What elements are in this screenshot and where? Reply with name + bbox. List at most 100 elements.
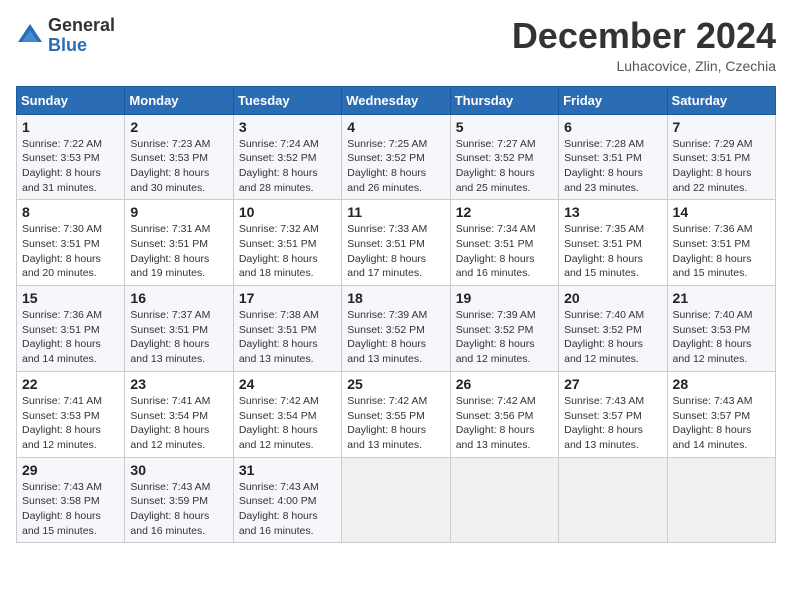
day-number: 28	[673, 376, 770, 392]
day-number: 15	[22, 290, 119, 306]
day-detail: Sunrise: 7:43 AMSunset: 4:00 PMDaylight:…	[239, 480, 336, 539]
calendar-week-row: 29 Sunrise: 7:43 AMSunset: 3:58 PMDayligh…	[17, 457, 776, 543]
day-detail: Sunrise: 7:33 AMSunset: 3:51 PMDaylight:…	[347, 222, 444, 281]
logo: General Blue	[16, 16, 115, 56]
calendar-cell: 13 Sunrise: 7:35 AMSunset: 3:51 PMDayligh…	[559, 200, 667, 286]
day-number: 12	[456, 204, 553, 220]
day-detail: Sunrise: 7:27 AMSunset: 3:52 PMDaylight:…	[456, 137, 553, 196]
day-detail: Sunrise: 7:34 AMSunset: 3:51 PMDaylight:…	[456, 222, 553, 281]
day-detail: Sunrise: 7:36 AMSunset: 3:51 PMDaylight:…	[673, 222, 770, 281]
day-detail: Sunrise: 7:41 AMSunset: 3:53 PMDaylight:…	[22, 394, 119, 453]
day-number: 31	[239, 462, 336, 478]
day-number: 11	[347, 204, 444, 220]
day-number: 17	[239, 290, 336, 306]
calendar-cell: 28 Sunrise: 7:43 AMSunset: 3:57 PMDayligh…	[667, 371, 775, 457]
calendar-week-row: 1Sunrise: 7:22 AMSunset: 3:53 PMDaylight…	[17, 114, 776, 200]
day-detail: Sunrise: 7:42 AMSunset: 3:54 PMDaylight:…	[239, 394, 336, 453]
calendar-cell: 3Sunrise: 7:24 AMSunset: 3:52 PMDaylight…	[233, 114, 341, 200]
day-number: 20	[564, 290, 661, 306]
day-number: 24	[239, 376, 336, 392]
calendar-cell: 31 Sunrise: 7:43 AMSunset: 4:00 PMDayligh…	[233, 457, 341, 543]
calendar-cell: 18 Sunrise: 7:39 AMSunset: 3:52 PMDayligh…	[342, 286, 450, 372]
day-number: 23	[130, 376, 227, 392]
day-number: 29	[22, 462, 119, 478]
day-detail: Sunrise: 7:39 AMSunset: 3:52 PMDaylight:…	[347, 308, 444, 367]
day-detail: Sunrise: 7:37 AMSunset: 3:51 PMDaylight:…	[130, 308, 227, 367]
calendar-cell: 16Sunrise: 7:37 AMSunset: 3:51 PMDayligh…	[125, 286, 233, 372]
day-detail: Sunrise: 7:38 AMSunset: 3:51 PMDaylight:…	[239, 308, 336, 367]
day-detail: Sunrise: 7:41 AMSunset: 3:54 PMDaylight:…	[130, 394, 227, 453]
day-number: 27	[564, 376, 661, 392]
calendar-cell: 12 Sunrise: 7:34 AMSunset: 3:51 PMDayligh…	[450, 200, 558, 286]
page-header: General Blue December 2024 Luhacovice, Z…	[16, 16, 776, 74]
day-detail: Sunrise: 7:29 AMSunset: 3:51 PMDaylight:…	[673, 137, 770, 196]
calendar-cell: 22 Sunrise: 7:41 AMSunset: 3:53 PMDayligh…	[17, 371, 125, 457]
calendar-cell: 17 Sunrise: 7:38 AMSunset: 3:51 PMDayligh…	[233, 286, 341, 372]
day-detail: Sunrise: 7:24 AMSunset: 3:52 PMDaylight:…	[239, 137, 336, 196]
calendar-header-row: SundayMondayTuesdayWednesdayThursdayFrid…	[17, 86, 776, 114]
title-block: December 2024 Luhacovice, Zlin, Czechia	[512, 16, 776, 74]
day-header-friday: Friday	[559, 86, 667, 114]
day-number: 9	[130, 204, 227, 220]
logo-general-text: General	[48, 15, 115, 35]
day-number: 1	[22, 119, 119, 135]
calendar-cell: 14Sunrise: 7:36 AMSunset: 3:51 PMDayligh…	[667, 200, 775, 286]
day-number: 21	[673, 290, 770, 306]
day-detail: Sunrise: 7:30 AMSunset: 3:51 PMDaylight:…	[22, 222, 119, 281]
calendar-cell: 27 Sunrise: 7:43 AMSunset: 3:57 PMDayligh…	[559, 371, 667, 457]
calendar-cell: 25Sunrise: 7:42 AMSunset: 3:55 PMDayligh…	[342, 371, 450, 457]
calendar-cell: 9 Sunrise: 7:31 AMSunset: 3:51 PMDaylight…	[125, 200, 233, 286]
day-detail: Sunrise: 7:35 AMSunset: 3:51 PMDaylight:…	[564, 222, 661, 281]
day-detail: Sunrise: 7:28 AMSunset: 3:51 PMDaylight:…	[564, 137, 661, 196]
calendar-cell: 29 Sunrise: 7:43 AMSunset: 3:58 PMDayligh…	[17, 457, 125, 543]
day-detail: Sunrise: 7:39 AMSunset: 3:52 PMDaylight:…	[456, 308, 553, 367]
calendar-cell: 6Sunrise: 7:28 AMSunset: 3:51 PMDaylight…	[559, 114, 667, 200]
calendar-cell: 8Sunrise: 7:30 AMSunset: 3:51 PMDaylight…	[17, 200, 125, 286]
calendar-cell: 24 Sunrise: 7:42 AMSunset: 3:54 PMDayligh…	[233, 371, 341, 457]
day-detail: Sunrise: 7:36 AMSunset: 3:51 PMDaylight:…	[22, 308, 119, 367]
day-detail: Sunrise: 7:43 AMSunset: 3:58 PMDaylight:…	[22, 480, 119, 539]
location-subtitle: Luhacovice, Zlin, Czechia	[512, 58, 776, 74]
day-header-saturday: Saturday	[667, 86, 775, 114]
day-detail: Sunrise: 7:42 AMSunset: 3:56 PMDaylight:…	[456, 394, 553, 453]
day-number: 18	[347, 290, 444, 306]
day-detail: Sunrise: 7:40 AMSunset: 3:52 PMDaylight:…	[564, 308, 661, 367]
calendar-week-row: 15 Sunrise: 7:36 AMSunset: 3:51 PMDayligh…	[17, 286, 776, 372]
calendar-cell: 30Sunrise: 7:43 AMSunset: 3:59 PMDayligh…	[125, 457, 233, 543]
day-number: 26	[456, 376, 553, 392]
logo-icon	[16, 22, 44, 50]
day-header-monday: Monday	[125, 86, 233, 114]
day-detail: Sunrise: 7:25 AMSunset: 3:52 PMDaylight:…	[347, 137, 444, 196]
month-title: December 2024	[512, 16, 776, 56]
calendar-cell: 4Sunrise: 7:25 AMSunset: 3:52 PMDaylight…	[342, 114, 450, 200]
day-number: 2	[130, 119, 227, 135]
calendar-cell: 5 Sunrise: 7:27 AMSunset: 3:52 PMDaylight…	[450, 114, 558, 200]
day-number: 10	[239, 204, 336, 220]
day-number: 13	[564, 204, 661, 220]
calendar-cell: 7 Sunrise: 7:29 AMSunset: 3:51 PMDaylight…	[667, 114, 775, 200]
calendar-cell: 11 Sunrise: 7:33 AMSunset: 3:51 PMDayligh…	[342, 200, 450, 286]
day-number: 5	[456, 119, 553, 135]
day-number: 7	[673, 119, 770, 135]
day-detail: Sunrise: 7:31 AMSunset: 3:51 PMDaylight:…	[130, 222, 227, 281]
day-header-wednesday: Wednesday	[342, 86, 450, 114]
day-number: 22	[22, 376, 119, 392]
day-detail: Sunrise: 7:43 AMSunset: 3:57 PMDaylight:…	[673, 394, 770, 453]
day-number: 19	[456, 290, 553, 306]
calendar-cell: 1Sunrise: 7:22 AMSunset: 3:53 PMDaylight…	[17, 114, 125, 200]
day-header-sunday: Sunday	[17, 86, 125, 114]
calendar-cell: 23 Sunrise: 7:41 AMSunset: 3:54 PMDayligh…	[125, 371, 233, 457]
calendar-cell: 10Sunrise: 7:32 AMSunset: 3:51 PMDayligh…	[233, 200, 341, 286]
day-detail: Sunrise: 7:23 AMSunset: 3:53 PMDaylight:…	[130, 137, 227, 196]
calendar-week-row: 8Sunrise: 7:30 AMSunset: 3:51 PMDaylight…	[17, 200, 776, 286]
calendar-week-row: 22 Sunrise: 7:41 AMSunset: 3:53 PMDayligh…	[17, 371, 776, 457]
day-number: 25	[347, 376, 444, 392]
calendar-body: 1Sunrise: 7:22 AMSunset: 3:53 PMDaylight…	[17, 114, 776, 543]
calendar-cell: 2 Sunrise: 7:23 AMSunset: 3:53 PMDaylight…	[125, 114, 233, 200]
day-detail: Sunrise: 7:40 AMSunset: 3:53 PMDaylight:…	[673, 308, 770, 367]
day-number: 30	[130, 462, 227, 478]
calendar-cell: 21 Sunrise: 7:40 AMSunset: 3:53 PMDayligh…	[667, 286, 775, 372]
calendar-cell: 15 Sunrise: 7:36 AMSunset: 3:51 PMDayligh…	[17, 286, 125, 372]
calendar-table: SundayMondayTuesdayWednesdayThursdayFrid…	[16, 86, 776, 544]
day-detail: Sunrise: 7:43 AMSunset: 3:57 PMDaylight:…	[564, 394, 661, 453]
